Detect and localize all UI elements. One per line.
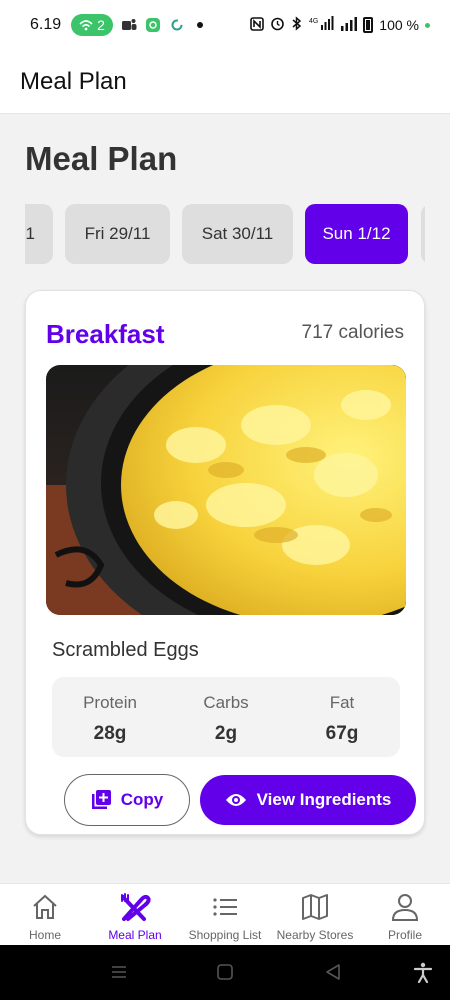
notification-dot bbox=[196, 22, 203, 28]
meal-type-title: Breakfast bbox=[46, 319, 165, 349]
meal-image bbox=[46, 365, 406, 615]
nav-item-shopping-list[interactable]: Shopping List bbox=[180, 884, 270, 945]
sync-icon bbox=[169, 17, 185, 33]
person-icon bbox=[391, 894, 419, 921]
macro-value: 2g bbox=[214, 723, 238, 744]
meal-name: Scrambled Eggs bbox=[52, 639, 199, 661]
nav-item-home[interactable]: Home bbox=[0, 884, 90, 945]
copy-button[interactable]: Copy bbox=[64, 774, 190, 826]
date-chip-sun[interactable]: Sun 1/12 bbox=[305, 204, 408, 264]
nav-item-nearby-stores[interactable]: Nearby Stores bbox=[270, 884, 360, 945]
list-icon bbox=[213, 898, 237, 916]
date-selector: 1 Fri 29/11 Sat 30/11 Sun 1/12 bbox=[25, 204, 425, 266]
mobile-signal-icon: 4G bbox=[309, 16, 335, 34]
hotspot-count: 2 bbox=[97, 17, 105, 33]
status-time: 6.19 bbox=[30, 16, 62, 33]
alarm-icon bbox=[270, 16, 285, 34]
hotspot-badge: 2 bbox=[71, 14, 113, 36]
nav-label: Shopping List bbox=[188, 928, 262, 942]
back-icon[interactable] bbox=[322, 961, 344, 983]
network-type: 4G bbox=[309, 18, 318, 25]
nav-item-meal-plan[interactable]: Meal Plan bbox=[90, 884, 180, 945]
macro-value: 28g bbox=[93, 723, 127, 744]
accessibility-icon[interactable] bbox=[412, 961, 434, 983]
date-chip-partial-left[interactable]: 1 bbox=[25, 204, 53, 264]
nav-label: Home bbox=[28, 928, 61, 942]
message-app-icon bbox=[145, 17, 161, 33]
date-chip-label: 1 bbox=[25, 224, 35, 243]
utensils-icon bbox=[121, 893, 151, 921]
hotspot-icon bbox=[79, 20, 93, 31]
date-chip-label: Sat 30/11 bbox=[201, 224, 274, 243]
eye-icon bbox=[225, 794, 246, 806]
macros-panel: Protein 28g Carbs 2g Fat 67g bbox=[52, 677, 400, 757]
date-chip-partial-right[interactable] bbox=[421, 204, 425, 264]
nav-item-profile[interactable]: Profile bbox=[360, 884, 450, 945]
bluetooth-icon bbox=[291, 16, 303, 34]
date-chip-label: Fri 29/11 bbox=[84, 224, 151, 243]
macro-fat: Fat 67g bbox=[284, 677, 400, 757]
macro-label: Protein bbox=[83, 693, 137, 712]
bottom-nav: Home Meal Plan Shopping List Nearby Stor… bbox=[0, 883, 450, 945]
recent-apps-icon[interactable] bbox=[108, 961, 130, 983]
page-title: Meal Plan bbox=[25, 140, 178, 177]
home-icon bbox=[33, 894, 57, 919]
privacy-indicator-dot bbox=[425, 22, 430, 28]
view-ingredients-button[interactable]: View Ingredients bbox=[200, 775, 416, 825]
date-chip-fri[interactable]: Fri 29/11 bbox=[65, 204, 170, 264]
macro-protein: Protein 28g bbox=[52, 677, 168, 757]
macro-value: 67g bbox=[325, 723, 359, 744]
app-bar: Meal Plan bbox=[0, 50, 450, 114]
home-button-icon[interactable] bbox=[214, 961, 236, 983]
nav-label: Nearby Stores bbox=[276, 928, 354, 942]
macro-label: Carbs bbox=[203, 693, 249, 712]
battery-percent: 100 % bbox=[379, 17, 419, 33]
macro-carbs: Carbs 2g bbox=[168, 677, 284, 757]
nfc-icon bbox=[250, 16, 265, 34]
copy-icon bbox=[91, 790, 111, 809]
macro-label: Fat bbox=[329, 693, 355, 712]
signal-strength-icon bbox=[341, 16, 358, 34]
copy-button-label: Copy bbox=[120, 790, 164, 809]
meal-calories: 717 calories bbox=[301, 322, 404, 343]
status-bar: 6.19 2 4G 100 % bbox=[0, 0, 450, 50]
nav-label: Meal Plan bbox=[108, 928, 162, 942]
view-ingredients-label: View Ingredients bbox=[256, 790, 392, 809]
teams-icon bbox=[121, 17, 137, 33]
system-nav-bar bbox=[0, 945, 450, 1000]
app-bar-title: Meal Plan bbox=[20, 67, 127, 95]
date-chip-label: Sun 1/12 bbox=[322, 224, 391, 243]
map-icon bbox=[302, 894, 328, 920]
date-chip-sat[interactable]: Sat 30/11 bbox=[182, 204, 293, 264]
battery-icon bbox=[363, 17, 374, 33]
nav-label: Profile bbox=[387, 928, 422, 942]
meal-card: Breakfast 717 calories Scrambled Eggs Pr… bbox=[25, 290, 425, 835]
